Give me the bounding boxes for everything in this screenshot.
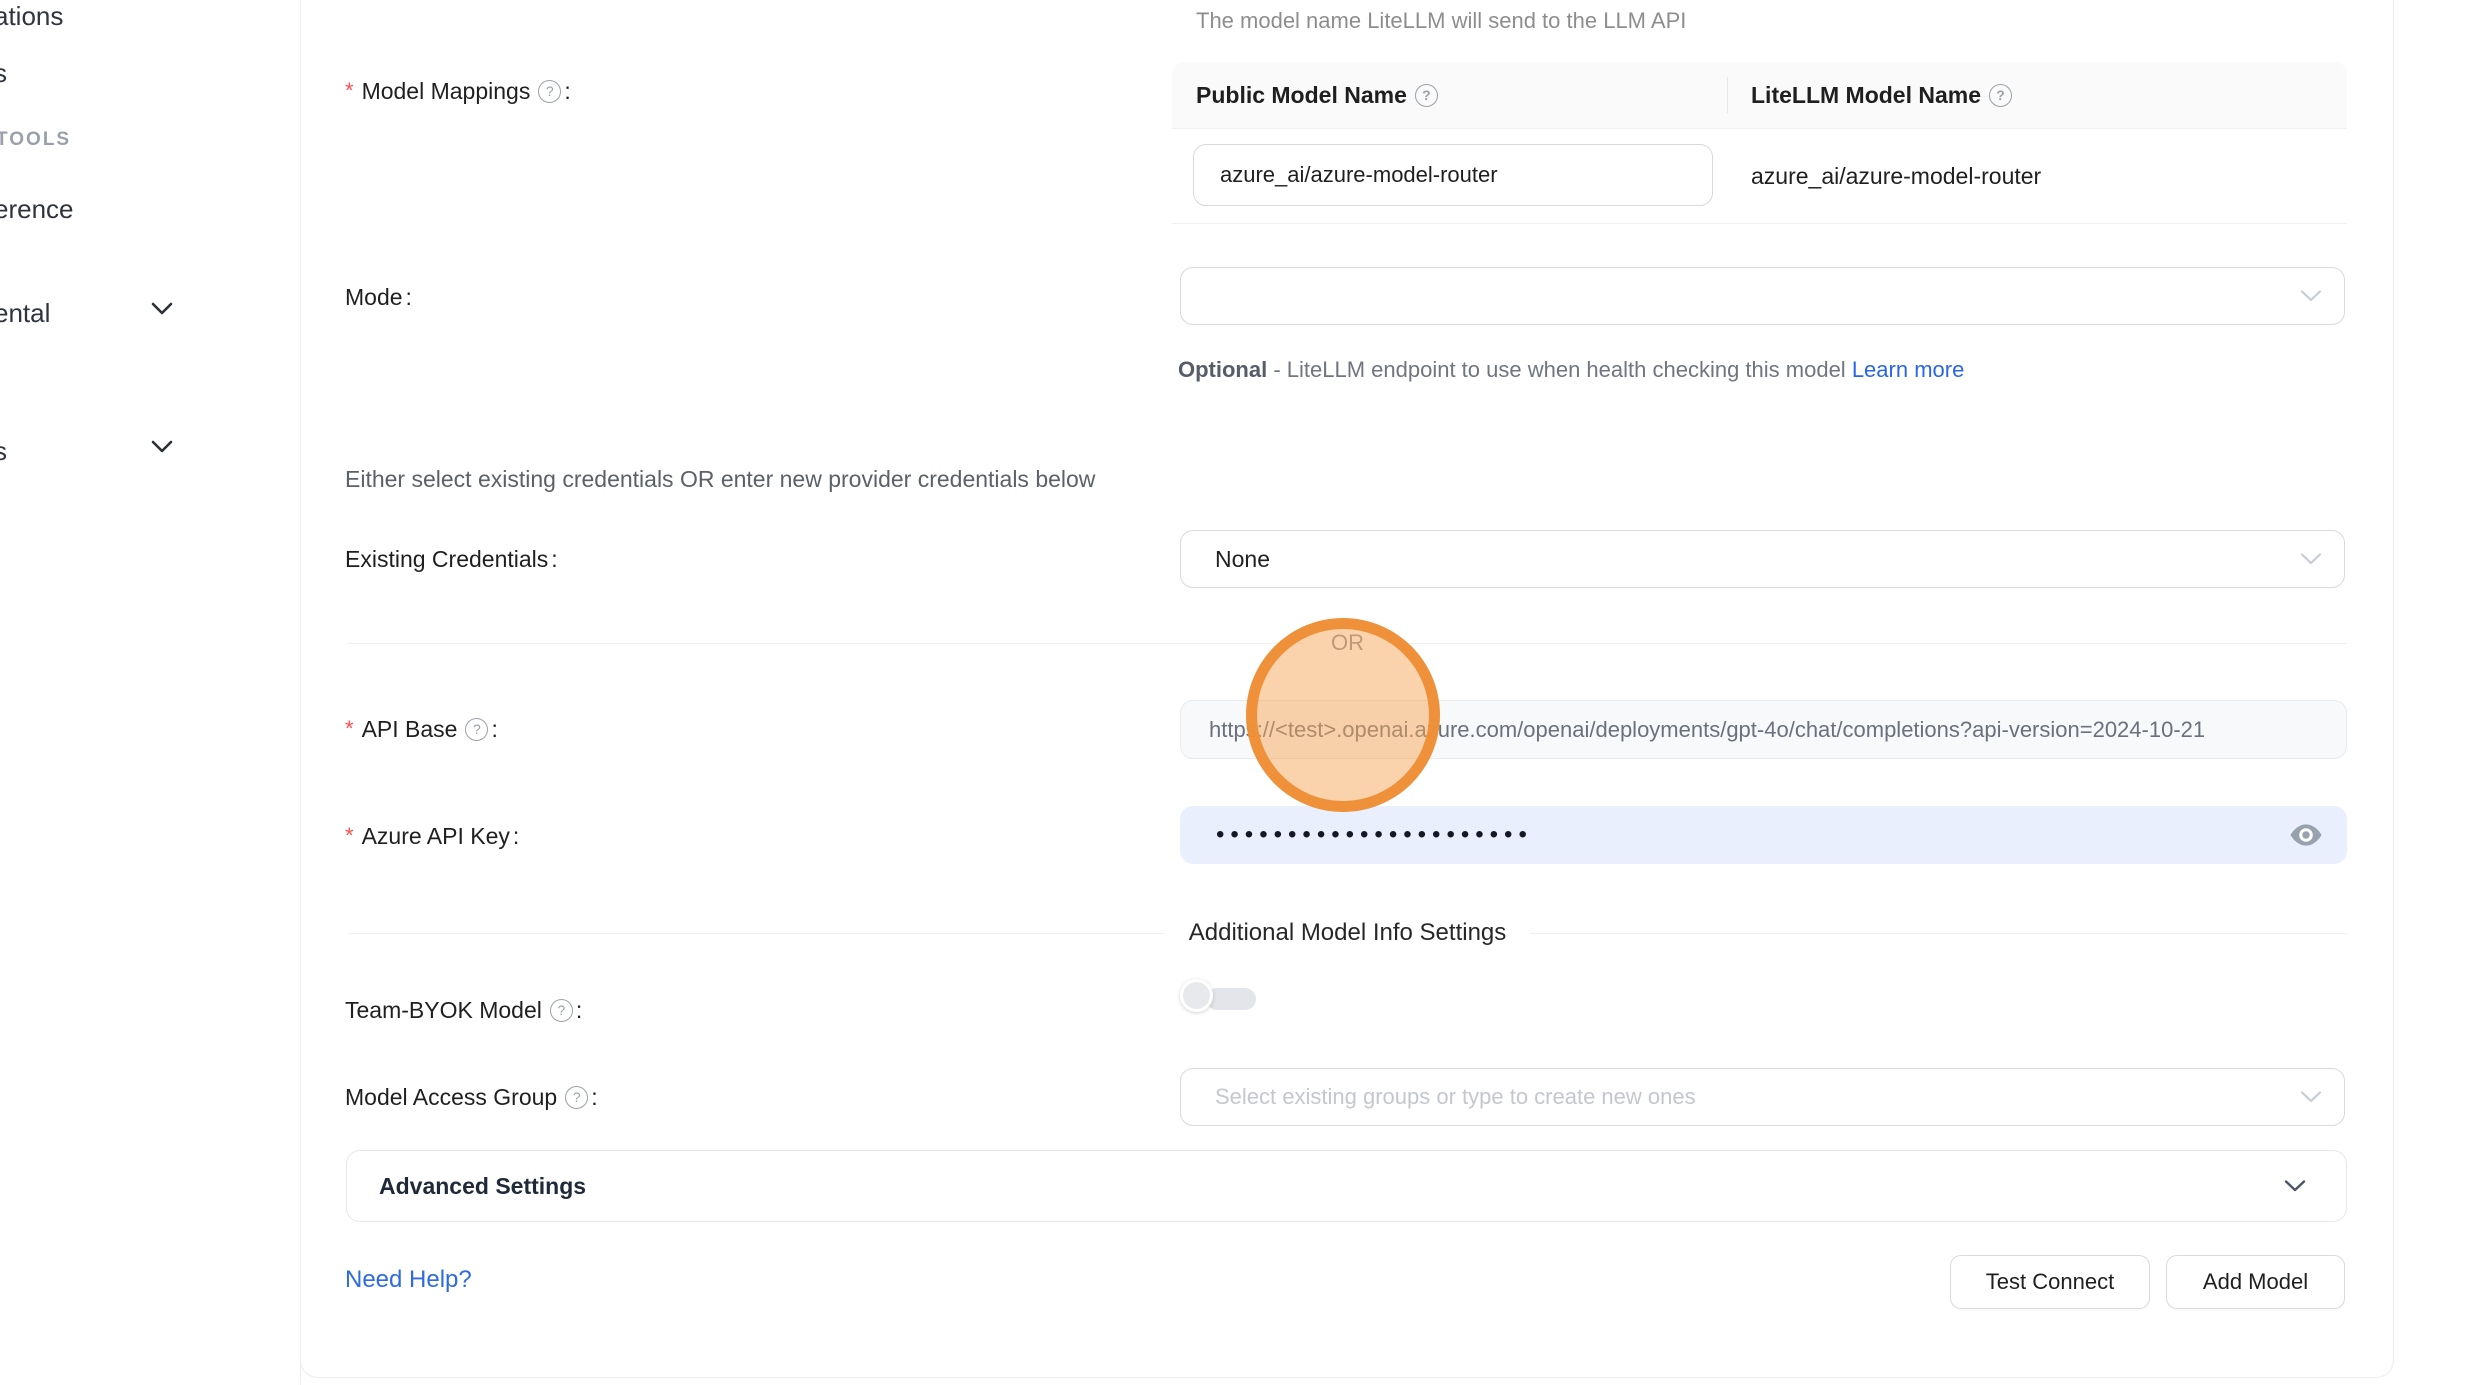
chevron-down-icon[interactable]: [150, 301, 174, 317]
api-base-label-text: API Base: [362, 714, 458, 744]
required-asterisk: *: [345, 821, 354, 851]
column-header-litellm-model-name: LiteLLM Model Name ?: [1727, 82, 2012, 109]
header-text: Public Model Name: [1196, 82, 1407, 109]
model-access-group-placeholder: Select existing groups or type to create…: [1215, 1084, 1696, 1110]
model-access-group-select[interactable]: Select existing groups or type to create…: [1180, 1068, 2345, 1126]
advanced-settings-title: Advanced Settings: [379, 1173, 2284, 1200]
existing-credentials-value: None: [1215, 546, 1270, 573]
team-byok-label: Team-BYOK Model ? :: [345, 995, 582, 1025]
optional-bold: Optional: [1178, 357, 1267, 382]
required-asterisk: *: [345, 76, 354, 106]
sidebar-item-truncated-3[interactable]: erence: [0, 194, 74, 224]
existing-credentials-label-text: Existing Credentials: [345, 544, 548, 574]
help-circle-icon[interactable]: ?: [550, 999, 573, 1022]
colon: :: [406, 282, 412, 312]
colon: :: [564, 76, 570, 106]
mode-helper-text: Optional - LiteLLM endpoint to use when …: [1178, 350, 2008, 389]
divider-line: [1390, 643, 2347, 644]
sidebar-section-tools: TOOLS: [0, 129, 71, 151]
eye-icon[interactable]: [2289, 821, 2323, 849]
additional-info-divider-text: Additional Model Info Settings: [1165, 919, 1531, 947]
help-circle-icon[interactable]: ?: [1989, 84, 2012, 107]
add-model-button[interactable]: Add Model: [2166, 1255, 2345, 1309]
credentials-note: Either select existing credentials OR en…: [345, 466, 1095, 493]
public-model-name-input[interactable]: azure_ai/azure-model-router: [1193, 144, 1713, 206]
click-indicator: [1246, 618, 1440, 812]
team-byok-toggle[interactable]: [1180, 979, 1258, 1013]
api-base-label: * API Base ? :: [345, 714, 498, 744]
team-byok-label-text: Team-BYOK Model: [345, 995, 542, 1025]
azure-api-key-input[interactable]: ••••••••••••••••••••••: [1180, 806, 2347, 864]
toggle-track: [1206, 988, 1256, 1010]
sidebar-item-truncated-1[interactable]: ations: [0, 1, 63, 31]
divider-line: [348, 643, 1305, 644]
model-name-helper-text: The model name LiteLLM will send to the …: [1196, 8, 1686, 34]
model-mappings-label: * Model Mappings ? :: [345, 76, 571, 106]
chevron-down-icon[interactable]: [150, 439, 174, 455]
colon: :: [576, 995, 582, 1025]
chevron-down-icon: [2284, 1179, 2306, 1193]
table-header-row: Public Model Name ? LiteLLM Model Name ?: [1172, 62, 2347, 129]
model-mappings-table: Public Model Name ? LiteLLM Model Name ?…: [1172, 62, 2347, 224]
masked-password-value: ••••••••••••••••••••••: [1216, 825, 1533, 845]
need-help-link[interactable]: Need Help?: [345, 1266, 472, 1294]
colon: :: [551, 544, 557, 574]
header-divider: [1727, 77, 1728, 113]
existing-credentials-select[interactable]: None: [1180, 530, 2345, 588]
test-connect-button[interactable]: Test Connect: [1950, 1255, 2150, 1309]
existing-credentials-label: Existing Credentials :: [345, 544, 558, 574]
help-circle-icon[interactable]: ?: [1415, 84, 1438, 107]
mode-select[interactable]: [1180, 267, 2345, 325]
divider-line: [348, 933, 1165, 934]
divider-line: [1530, 933, 2347, 934]
add-model-screen: ations s TOOLS erence ental s The model …: [0, 0, 2477, 1385]
helper-body: - LiteLLM endpoint to use when health ch…: [1267, 357, 1852, 382]
colon: :: [513, 821, 519, 851]
table-row: azure_ai/azure-model-router azure_ai/azu…: [1172, 129, 2347, 224]
litellm-model-name-value: azure_ai/azure-model-router: [1751, 163, 2041, 190]
colon: :: [491, 714, 497, 744]
mode-label: Mode :: [345, 282, 412, 312]
required-asterisk: *: [345, 714, 354, 744]
azure-api-key-label-text: Azure API Key: [362, 821, 510, 851]
chevron-down-icon: [2300, 1091, 2322, 1104]
advanced-settings-panel[interactable]: Advanced Settings: [346, 1150, 2347, 1222]
help-circle-icon[interactable]: ?: [538, 80, 561, 103]
model-access-group-label-text: Model Access Group: [345, 1082, 557, 1112]
sidebar-item-truncated-4[interactable]: ental: [0, 298, 50, 328]
model-access-group-label: Model Access Group ? :: [345, 1082, 598, 1112]
model-mappings-label-text: Model Mappings: [362, 76, 531, 106]
mode-label-text: Mode: [345, 282, 403, 312]
help-circle-icon[interactable]: ?: [565, 1086, 588, 1109]
header-text: LiteLLM Model Name: [1751, 82, 1981, 109]
azure-api-key-label: * Azure API Key :: [345, 821, 519, 851]
column-header-public-model-name: Public Model Name ?: [1172, 82, 1727, 109]
colon: :: [591, 1082, 597, 1112]
toggle-knob: [1180, 979, 1213, 1012]
sidebar-item-truncated-2[interactable]: s: [0, 58, 7, 88]
additional-info-divider: Additional Model Info Settings: [348, 918, 2347, 948]
learn-more-link[interactable]: Learn more: [1852, 357, 1965, 382]
chevron-down-icon: [2300, 290, 2322, 303]
chevron-down-icon: [2300, 553, 2322, 566]
help-circle-icon[interactable]: ?: [465, 718, 488, 741]
sidebar-item-truncated-5[interactable]: s: [0, 436, 7, 466]
